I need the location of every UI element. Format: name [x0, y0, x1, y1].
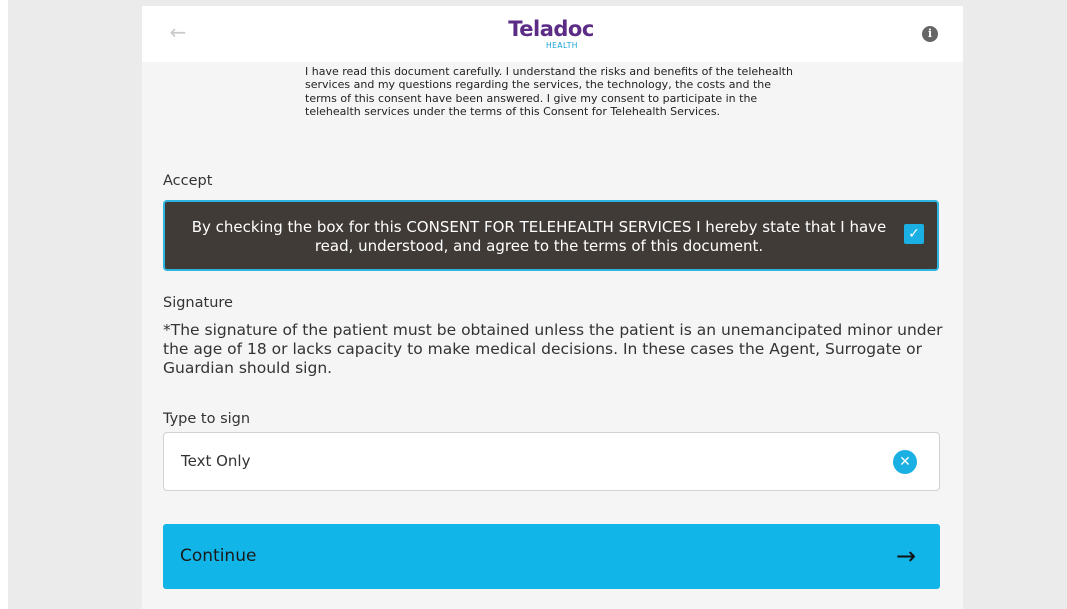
consent-statement: I have read this document carefully. I u…: [305, 65, 793, 119]
signature-input[interactable]: Text Only ✕: [163, 432, 940, 491]
clear-icon[interactable]: ✕: [893, 450, 917, 474]
arrow-left-icon[interactable]: ←: [166, 20, 190, 44]
app-header: ← Teladoc HEALTH i: [142, 6, 963, 62]
consent-checkbox[interactable]: ✓: [904, 224, 924, 244]
checkmark-icon: ✓: [908, 226, 920, 242]
logo-wordmark: Teladoc: [508, 17, 594, 41]
accept-heading: Accept: [163, 173, 213, 189]
continue-button[interactable]: Continue →: [163, 524, 940, 589]
signature-input-value[interactable]: Text Only: [181, 452, 250, 470]
accept-consent-checkbox-row[interactable]: By checking the box for this CONSENT FOR…: [163, 200, 939, 271]
teladoc-logo: Teladoc HEALTH: [501, 17, 601, 53]
info-icon[interactable]: i: [922, 26, 938, 42]
continue-button-label: Continue: [180, 546, 257, 566]
signature-heading: Signature: [163, 295, 233, 311]
window-edge: [0, 0, 8, 609]
signature-note: *The signature of the patient must be ob…: [163, 321, 943, 377]
arrow-right-icon: →: [895, 542, 917, 570]
consent-screen: ← Teladoc HEALTH i I have read this docu…: [142, 6, 963, 609]
accept-checkbox-label: By checking the box for this CONSENT FOR…: [191, 218, 887, 255]
type-to-sign-label: Type to sign: [163, 411, 251, 427]
logo-subtitle: HEALTH: [546, 41, 578, 50]
